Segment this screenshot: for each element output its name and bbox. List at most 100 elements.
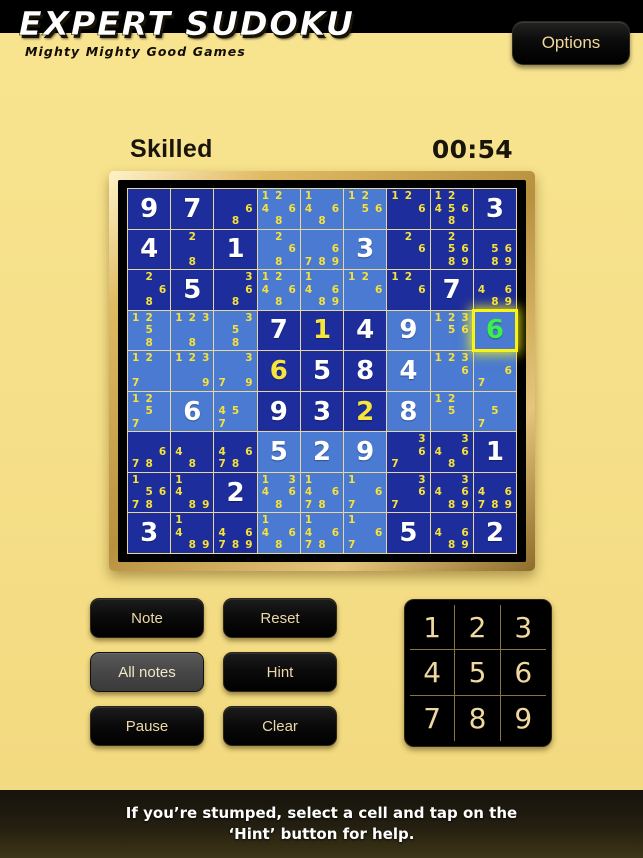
grid-cell-r2c3[interactable]: 1	[214, 229, 257, 270]
note-button[interactable]: Note	[90, 598, 204, 638]
grid-cell-r2c9[interactable]: 5689	[473, 229, 516, 270]
grid-cell-r1c1[interactable]: 9	[128, 189, 171, 229]
hint-button[interactable]: Hint	[223, 652, 337, 692]
grid-cell-r2c7[interactable]: 26	[387, 229, 430, 270]
grid-cell-r3c5[interactable]: 14 689	[300, 270, 344, 310]
grid-cell-r4c4[interactable]: 7	[257, 310, 300, 351]
grid-cell-r1c8[interactable]: 124568	[430, 189, 473, 229]
grid-cell-r3c1[interactable]: 268	[128, 270, 171, 310]
grid-cell-r6c2[interactable]: 6	[171, 391, 214, 432]
grid-cell-r8c1[interactable]: 156 78	[128, 472, 171, 513]
grid-cell-r7c7[interactable]: 36 7	[387, 432, 430, 472]
grid-cell-r3c2[interactable]: 5	[171, 270, 214, 310]
grid-cell-r9c1[interactable]: 3	[128, 513, 171, 553]
grid-cell-r8c7[interactable]: 36 7	[387, 472, 430, 513]
grid-cell-r1c6[interactable]: 1256	[344, 189, 387, 229]
grid-cell-r2c8[interactable]: 25689	[430, 229, 473, 270]
grid-cell-r3c6[interactable]: 126	[344, 270, 387, 310]
grid-cell-r6c3[interactable]: 457	[214, 391, 257, 432]
grid-cell-r5c6[interactable]: 8	[344, 351, 387, 391]
grid-cell-r6c5[interactable]: 3	[300, 391, 344, 432]
grid-cell-r6c7[interactable]: 8	[387, 391, 430, 432]
all-notes-button[interactable]: All notes	[90, 652, 204, 692]
grid-cell-r1c7[interactable]: 126	[387, 189, 430, 229]
grid-cell-r4c5[interactable]: 1	[300, 310, 344, 351]
grid-cell-r5c3[interactable]: 3 7 9	[214, 351, 257, 391]
grid-cell-r4c1[interactable]: 1258	[128, 310, 171, 351]
grid-cell-r1c2[interactable]: 7	[171, 189, 214, 229]
grid-cell-r2c1[interactable]: 4	[128, 229, 171, 270]
pause-button[interactable]: Pause	[90, 706, 204, 746]
grid-cell-r5c7[interactable]: 4	[387, 351, 430, 391]
grid-cell-r3c9[interactable]: 4 689	[473, 270, 516, 310]
grid-cell-r4c2[interactable]: 1238	[171, 310, 214, 351]
grid-cell-r6c6[interactable]: 2	[344, 391, 387, 432]
grid-cell-r5c2[interactable]: 123 9	[171, 351, 214, 391]
grid-cell-r2c2[interactable]: 28	[171, 229, 214, 270]
options-button[interactable]: Options	[512, 21, 630, 65]
grid-cell-r7c5[interactable]: 2	[300, 432, 344, 472]
grid-cell-r9c4[interactable]: 14 68	[257, 513, 300, 553]
grid-cell-r9c6[interactable]: 1 6 7	[344, 513, 387, 553]
grid-cell-r1c4[interactable]: 124 68	[257, 189, 300, 229]
grid-cell-r7c8[interactable]: 3 4 68	[430, 432, 473, 472]
grid-cell-r4c3[interactable]: 358	[214, 310, 257, 351]
numpad-key-5[interactable]: 5	[455, 650, 501, 696]
grid-cell-r1c5[interactable]: 14 68	[300, 189, 344, 229]
number-pad[interactable]: 123456789	[404, 599, 552, 747]
numpad-key-4[interactable]: 4	[410, 650, 456, 696]
grid-cell-r9c2[interactable]: 1489	[171, 513, 214, 553]
grid-cell-r2c6[interactable]: 3	[344, 229, 387, 270]
grid-cell-r9c7[interactable]: 5	[387, 513, 430, 553]
grid-cell-r5c9[interactable]: 67	[473, 351, 516, 391]
grid-cell-r1c9[interactable]: 3	[473, 189, 516, 229]
grid-cell-r2c5[interactable]: 6 789	[300, 229, 344, 270]
grid-cell-r7c1[interactable]: 6 78	[128, 432, 171, 472]
grid-cell-r8c5[interactable]: 14 6 78	[300, 472, 344, 513]
grid-cell-r1c3[interactable]: 68	[214, 189, 257, 229]
grid-cell-r7c3[interactable]: 4 6 78	[214, 432, 257, 472]
grid-cell-r5c5[interactable]: 5	[300, 351, 344, 391]
grid-cell-r6c8[interactable]: 125	[430, 391, 473, 432]
grid-cell-r7c9[interactable]: 1	[473, 432, 516, 472]
grid-cell-r9c3[interactable]: 4 6 789	[214, 513, 257, 553]
numpad-key-1[interactable]: 1	[410, 605, 456, 651]
numpad-key-6[interactable]: 6	[500, 650, 546, 696]
grid-cell-r6c9[interactable]: 57	[473, 391, 516, 432]
grid-cell-r8c3[interactable]: 2	[214, 472, 257, 513]
grid-cell-r8c9[interactable]: 4 6 789	[473, 472, 516, 513]
note-1: 1	[261, 271, 270, 284]
grid-cell-r5c8[interactable]: 1236	[430, 351, 473, 391]
numpad-key-7[interactable]: 7	[410, 695, 456, 741]
numpad-key-9[interactable]: 9	[501, 696, 546, 741]
grid-cell-r3c7[interactable]: 126	[387, 270, 430, 310]
grid-cell-r4c8[interactable]: 12356	[430, 310, 473, 351]
grid-cell-r6c1[interactable]: 1257	[128, 391, 171, 432]
grid-cell-r8c8[interactable]: 3 4 689	[430, 472, 473, 513]
grid-cell-r9c5[interactable]: 14 6 78	[300, 513, 344, 553]
grid-cell-r4c9[interactable]: 6	[471, 308, 518, 353]
grid-cell-r3c3[interactable]: 368	[214, 270, 257, 310]
grid-cell-r8c4[interactable]: 1 3 4 68	[257, 472, 300, 513]
clear-button[interactable]: Clear	[223, 706, 337, 746]
grid-cell-r5c1[interactable]: 127	[128, 351, 171, 391]
grid-cell-r7c6[interactable]: 9	[344, 432, 387, 472]
grid-cell-r7c4[interactable]: 5	[257, 432, 300, 472]
grid-cell-r8c6[interactable]: 1 6 7	[344, 472, 387, 513]
numpad-key-3[interactable]: 3	[500, 605, 546, 651]
grid-cell-r6c4[interactable]: 9	[257, 391, 300, 432]
grid-cell-r4c7[interactable]: 9	[387, 310, 430, 351]
sudoku-grid[interactable]: 9768124681468125612612456834281268678932…	[127, 188, 518, 554]
grid-cell-r8c2[interactable]: 1489	[171, 472, 214, 513]
grid-cell-r9c9[interactable]: 2	[473, 513, 516, 553]
grid-cell-r5c4[interactable]: 6	[257, 351, 300, 391]
grid-cell-r3c8[interactable]: 7	[430, 270, 473, 310]
grid-cell-r7c2[interactable]: 48	[171, 432, 214, 472]
grid-cell-r4c6[interactable]: 4	[344, 310, 387, 351]
grid-cell-r9c8[interactable]: 4 689	[430, 513, 473, 553]
reset-button[interactable]: Reset	[223, 598, 337, 638]
grid-cell-r2c4[interactable]: 268	[257, 229, 300, 270]
numpad-key-2[interactable]: 2	[455, 605, 501, 651]
grid-cell-r3c4[interactable]: 124 68	[257, 270, 300, 310]
numpad-key-8[interactable]: 8	[455, 695, 501, 741]
